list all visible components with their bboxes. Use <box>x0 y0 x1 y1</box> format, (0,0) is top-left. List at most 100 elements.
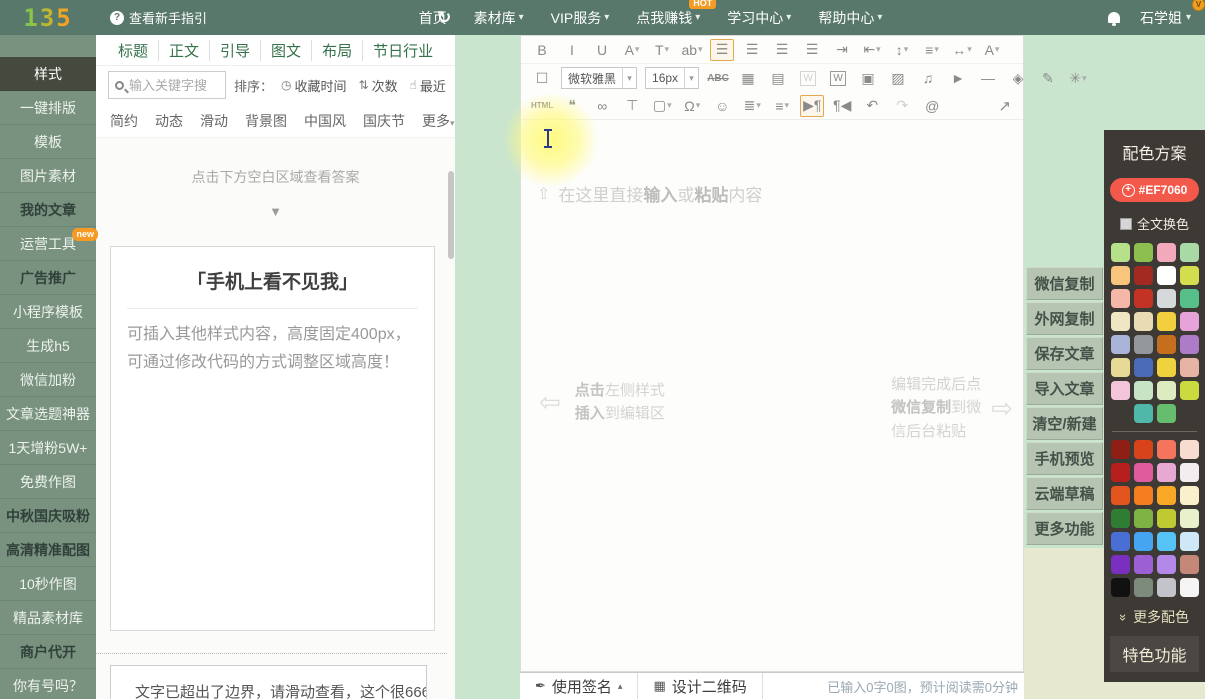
color-swatch[interactable] <box>1134 555 1153 574</box>
action-button[interactable]: 外网复制 <box>1026 302 1103 335</box>
sort-recent[interactable]: ☝ 最近 <box>410 76 446 95</box>
sidebar-item[interactable]: 模板 <box>0 125 96 159</box>
color-swatch[interactable] <box>1180 532 1199 551</box>
search-input[interactable] <box>129 78 215 93</box>
style-tab[interactable]: 图文 <box>261 40 312 61</box>
rtl-paragraph-button[interactable]: ¶◀ ▾ <box>830 95 854 117</box>
color-swatch[interactable] <box>1157 335 1176 354</box>
color-swatch[interactable] <box>1111 358 1130 377</box>
sidebar-item[interactable]: 商户代开 <box>0 635 96 669</box>
color-swatch[interactable] <box>1134 463 1153 482</box>
color-swatch[interactable] <box>1157 486 1176 505</box>
highlight-color-button[interactable]: ab ▾ <box>680 39 704 61</box>
color-swatch[interactable] <box>1180 266 1199 285</box>
special-char-button[interactable]: Ω ▾ <box>680 95 704 117</box>
nav-material-library[interactable]: 素材库 ▾ <box>474 8 524 28</box>
nav-learning-center[interactable]: 学习中心 ▾ <box>727 8 791 28</box>
align-justify-button[interactable]: ☰ ▾ <box>800 39 824 61</box>
letter-spacing-button[interactable]: ↔ ▾ <box>950 39 974 61</box>
color-swatch[interactable] <box>1111 335 1130 354</box>
sidebar-item[interactable]: 样式 <box>0 57 96 91</box>
emoji-button[interactable]: ☺ ▾ <box>710 95 734 117</box>
video-button[interactable]: ► ▾ <box>946 67 970 89</box>
style-tab[interactable]: 布局 <box>312 40 363 61</box>
horizontal-rule-button[interactable]: — ▾ <box>976 67 1000 89</box>
header-template-button[interactable]: ⊤ ▾ <box>620 95 644 117</box>
word-import-disabled-button[interactable]: W ▾ <box>796 67 820 89</box>
sidebar-item[interactable]: 中秋国庆吸粉 <box>0 499 96 533</box>
color-swatch[interactable] <box>1180 440 1199 459</box>
color-swatch[interactable] <box>1134 532 1153 551</box>
color-swatch[interactable] <box>1134 266 1153 285</box>
action-button[interactable]: 清空/新建 <box>1026 407 1103 440</box>
font-color-button[interactable]: A ▾ <box>620 39 644 61</box>
color-swatch[interactable] <box>1180 243 1199 262</box>
sidebar-item[interactable]: 你有号吗？ <box>0 669 96 699</box>
filter-tag[interactable]: 简约 <box>110 111 138 131</box>
new-document-button[interactable]: ☐ ▾ <box>530 67 554 89</box>
design-qrcode-button[interactable]: ▦ 设计二维码 <box>638 673 762 699</box>
color-swatch[interactable] <box>1134 358 1153 377</box>
music-button[interactable]: ♫ ▾ <box>916 67 940 89</box>
align-center-button[interactable]: ☰ ▾ <box>740 39 764 61</box>
text-format-button[interactable]: T ▾ <box>650 39 674 61</box>
color-swatch[interactable] <box>1157 555 1176 574</box>
more-colors-button[interactable]: » 更多配色 <box>1110 607 1199 627</box>
outdent-button[interactable]: ⇤ ▾ <box>860 39 884 61</box>
color-swatch[interactable] <box>1157 532 1176 551</box>
color-swatch[interactable] <box>1157 243 1176 262</box>
color-swatch[interactable] <box>1134 312 1153 331</box>
filter-tag[interactable]: 国庆节 <box>363 111 405 131</box>
action-button[interactable]: 云端草稿 <box>1026 477 1103 510</box>
magic-fill-button[interactable]: ✳ ▾ <box>1066 67 1090 89</box>
style-tab[interactable]: 节日行业 <box>363 40 443 61</box>
eraser-button[interactable]: ◈ ▾ <box>1006 67 1030 89</box>
color-swatch[interactable] <box>1134 404 1153 423</box>
indent-button[interactable]: ⇥ ▾ <box>830 39 854 61</box>
sidebar-item[interactable]: 生成h5 <box>0 329 96 363</box>
html-source-button[interactable]: HTML ▾ <box>530 95 554 117</box>
blockquote-button[interactable]: ❝ ▾ <box>560 95 584 117</box>
color-swatch[interactable] <box>1157 289 1176 308</box>
color-swatch[interactable] <box>1134 578 1153 597</box>
bold-button[interactable]: B ▾ <box>530 39 554 61</box>
filter-tag[interactable]: 中国风 <box>304 111 346 131</box>
color-swatch[interactable] <box>1111 440 1130 459</box>
style-panel-scrollbar[interactable] <box>448 171 454 259</box>
color-swatch[interactable] <box>1157 266 1176 285</box>
color-swatch[interactable] <box>1134 243 1153 262</box>
color-swatch[interactable] <box>1180 578 1199 597</box>
text-direction-button[interactable]: A ▾ <box>980 39 1004 61</box>
color-swatch[interactable] <box>1134 440 1153 459</box>
nav-home[interactable]: 首页 ▾ <box>419 8 447 28</box>
color-swatch[interactable] <box>1157 463 1176 482</box>
use-signature-button[interactable]: ✒ 使用签名 ▴ <box>520 673 638 699</box>
overflow-style-card[interactable]: 文字已超出了边界，请滑动查看，这个很6666666 <box>110 665 427 699</box>
color-swatch[interactable] <box>1134 335 1153 354</box>
color-swatch[interactable] <box>1111 578 1130 597</box>
sidebar-item[interactable]: 免费作图 <box>0 465 96 499</box>
font-family-select[interactable]: 微软雅黑 ▾ <box>561 67 637 89</box>
ltr-paragraph-button[interactable]: ▶¶ ▾ <box>800 95 824 117</box>
word-count-button[interactable]: @ ▾ <box>920 95 944 117</box>
sidebar-item[interactable]: 图片素材 <box>0 159 96 193</box>
nav-earn-money[interactable]: HOT 点我赚钱 ▾ <box>636 8 700 28</box>
color-swatch[interactable] <box>1111 312 1130 331</box>
color-swatch[interactable] <box>1134 289 1153 308</box>
align-right-button[interactable]: ☰ ▾ <box>770 39 794 61</box>
color-swatch[interactable] <box>1180 358 1199 377</box>
color-swatch[interactable] <box>1111 486 1130 505</box>
special-features-button[interactable]: 特色功能 <box>1110 636 1199 672</box>
color-swatch[interactable] <box>1157 578 1176 597</box>
paragraph-spacing-button[interactable]: ≡ ▾ <box>920 39 944 61</box>
color-swatch[interactable] <box>1180 463 1199 482</box>
color-swatch[interactable] <box>1111 381 1130 400</box>
action-button[interactable]: 导入文章 <box>1026 372 1103 405</box>
word-import-button[interactable]: W ▾ <box>826 67 850 89</box>
undo-button[interactable]: ↶ ▾ <box>860 95 884 117</box>
style-preview-card[interactable]: 「手机上看不见我」 可插入其他样式内容，高度固定400px，可通过修改代码的方式… <box>110 246 435 631</box>
sidebar-item[interactable]: 10秒作图 <box>0 567 96 601</box>
style-tab[interactable]: 引导 <box>210 40 261 61</box>
sidebar-item[interactable]: 广告推广 <box>0 261 96 295</box>
nav-help-center[interactable]: 帮助中心 ▾ <box>818 8 882 28</box>
